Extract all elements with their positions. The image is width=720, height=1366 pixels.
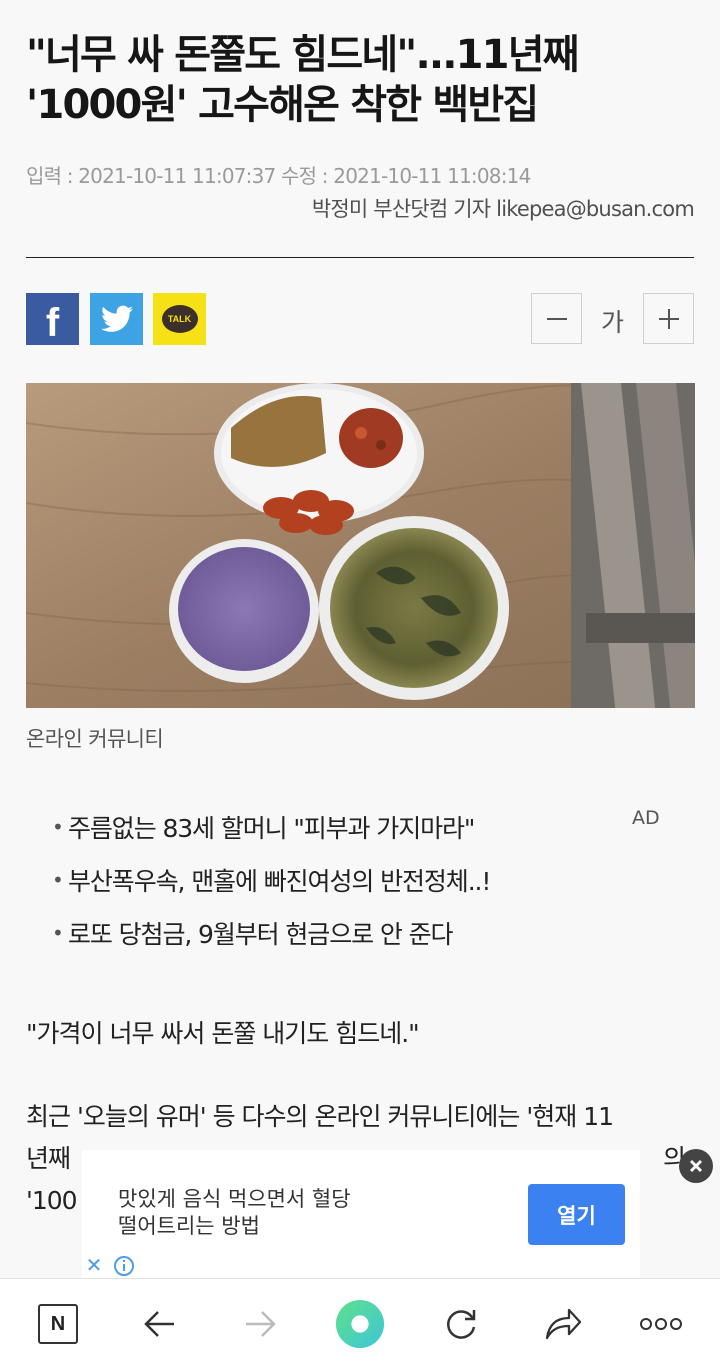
ad-text-line: 맛있게 음식 먹으면서 혈당 [118,1187,351,1211]
back-arrow-icon [144,1311,174,1337]
back-button[interactable] [135,1299,185,1349]
naver-home-button[interactable]: N [33,1299,83,1349]
home-circle-icon [335,1299,385,1349]
ad-text: 맛있게 음식 먹으면서 혈당 떨어트리는 방법 [118,1186,351,1240]
article-headline: "너무 싸 돈쭐도 힘드네"...11년째 '1000원' 고수해온 착한 백반… [26,30,706,130]
facebook-icon: f [45,301,60,345]
kakaotalk-icon: TALK [161,305,198,333]
bullet-icon: • [52,920,64,945]
more-button[interactable] [636,1299,686,1349]
article-dateline: 입력 : 2021-10-11 11:07:37 수정 : 2021-10-11… [26,164,531,188]
ad-dismiss-icon[interactable]: ✕ [82,1254,106,1278]
font-size-label: 가 [601,308,625,337]
share-icon [545,1308,582,1340]
photo-caption: 온라인 커뮤니티 [26,727,164,751]
ad-info-icon[interactable] [112,1254,136,1278]
bullet-icon: • [52,814,64,839]
share-button[interactable] [538,1299,588,1349]
minus-icon [546,317,567,320]
plus-icon [658,308,679,329]
ad-text-line: 떨어트리는 방법 [118,1214,260,1238]
kakaotalk-label: TALK [167,314,192,324]
related-link-text[interactable]: 부산폭우속, 맨홀에 빠진여성의 반전정체..! [68,862,491,898]
article-byline[interactable]: 박정미 부산닷컴 기자 likepea@busan.com [312,193,695,223]
ad-close-button[interactable] [679,1149,713,1183]
kakaotalk-share-button[interactable]: TALK [153,293,206,345]
forward-arrow-icon [246,1311,276,1337]
naver-n-icon: N [38,1304,78,1344]
overlay-ad-banner[interactable]: 맛있게 음식 먹으면서 혈당 떨어트리는 방법 열기 ✕ [82,1150,640,1278]
font-decrease-button[interactable] [531,293,582,344]
related-link-text[interactable]: 주름없는 83세 할머니 "피부과 가지마라" [68,809,475,845]
article-page: "너무 싸 돈쭐도 힘드네"...11년째 '1000원' 고수해온 착한 백반… [0,0,720,1366]
ad-label: AD [632,807,660,829]
paragraph-line-start: 년째 [26,1144,71,1173]
related-link[interactable]: • 로또 당첨금, 9월부터 현금으로 안 준다 [52,906,672,959]
browser-toolbar: N [0,1278,720,1366]
article-paragraph-quote: "가격이 너무 싸서 돈쭐 내기도 힘드네." [26,1019,420,1048]
font-increase-button[interactable] [643,293,694,344]
food-photo-image [26,383,695,708]
twitter-icon [100,305,133,332]
ad-open-button[interactable]: 열기 [528,1184,625,1245]
close-icon [689,1159,703,1173]
more-icon [640,1318,682,1330]
twitter-share-button[interactable] [90,293,143,345]
green-home-button[interactable] [335,1299,385,1349]
related-link[interactable]: • 주름없는 83세 할머니 "피부과 가지마라" [52,800,672,853]
reload-button[interactable] [436,1299,486,1349]
bullet-icon: • [52,867,64,892]
headline-line-1: "너무 싸 돈쭐도 힘드네"...11년째 [26,32,580,78]
related-link[interactable]: • 부산폭우속, 맨홀에 빠진여성의 반전정체..! [52,853,672,906]
naver-n-label: N [50,1312,66,1335]
facebook-share-button[interactable]: f [26,293,79,345]
related-links-list: • 주름없는 83세 할머니 "피부과 가지마라" • 부산폭우속, 맨홀에 빠… [52,800,672,959]
related-link-text[interactable]: 로또 당첨금, 9월부터 현금으로 안 준다 [68,915,453,951]
paragraph-line: 최근 '오늘의 유머' 등 다수의 온라인 커뮤니티에는 '현재 11 [26,1102,614,1131]
article-photo[interactable] [26,383,695,708]
divider [26,257,694,258]
forward-button[interactable] [235,1299,285,1349]
reload-icon [446,1310,476,1339]
headline-line-2: '1000원' 고수해온 착한 백반집 [26,82,539,128]
